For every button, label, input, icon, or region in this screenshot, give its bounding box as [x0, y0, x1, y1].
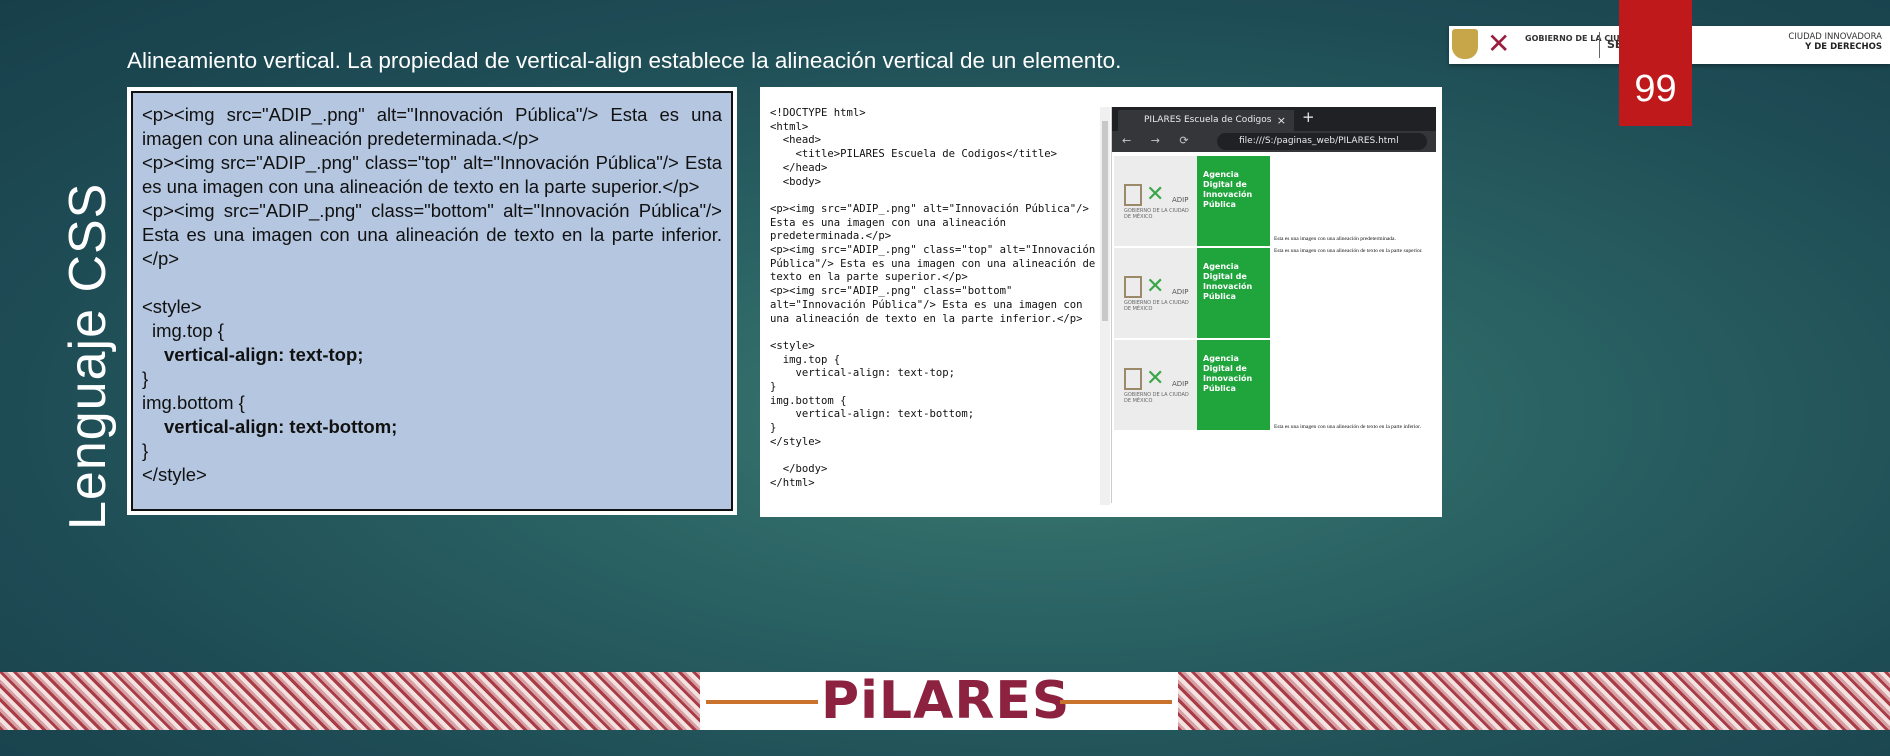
- browser-tab-bar: PILARES Escuela de Codigos × +: [1112, 107, 1436, 131]
- cdmx-knot-icon: ✕: [1487, 27, 1511, 60]
- adip-green-panel: Agencia Digital de Innovación Pública: [1197, 156, 1270, 246]
- new-tab-icon[interactable]: +: [1302, 108, 1315, 126]
- editor-browser-screenshot: <!DOCTYPE html> <html> <head> <title>PIL…: [760, 87, 1442, 517]
- code-editor: <!DOCTYPE html> <html> <head> <title>PIL…: [770, 107, 1096, 489]
- adip-image: ✕ GOBIERNO DE LA CIUDAD DE MÉXICO ADIP A…: [1112, 156, 1272, 246]
- pilares-logo: PiLARES: [700, 672, 1178, 730]
- caption-default: Esta es una imagen con una alineación pr…: [1274, 236, 1396, 242]
- code-example-box: <p><img src="ADIP_.png" alt="Innovación …: [127, 87, 737, 515]
- cdmx-knot-icon: ✕: [1146, 182, 1165, 207]
- code-line-p2: <p><img src="ADIP_.png" class="top" alt=…: [142, 152, 722, 197]
- editor-scrollbar[interactable]: [1100, 107, 1110, 505]
- adip-green-panel: Agencia Digital de Innovación Pública: [1197, 248, 1270, 338]
- cdmx-knot-icon: ✕: [1146, 274, 1165, 299]
- footer-pattern-left: [0, 672, 700, 730]
- browser-tab-title: PILARES Escuela de Codigos: [1144, 115, 1272, 125]
- ciudad-innovadora-label: CIUDAD INNOVADORA Y DE DERECHOS: [1788, 32, 1882, 52]
- adip-green-panel: Agencia Digital de Innovación Pública: [1197, 340, 1270, 430]
- caption-top: Esta es una imagen con una alineación de…: [1274, 248, 1423, 254]
- browser-page-content: ✕ GOBIERNO DE LA CIUDAD DE MÉXICO ADIP A…: [1112, 152, 1436, 503]
- code-line-top-selector: img.top {: [152, 320, 224, 341]
- code-line-bottom-rule: vertical-align: text-bottom;: [164, 416, 398, 437]
- pilares-wordmark: PiLARES: [821, 671, 1071, 731]
- editor-scrollbar-thumb[interactable]: [1102, 121, 1108, 321]
- code-line-close-brace-2: }: [142, 440, 149, 461]
- page-number-badge: 99: [1619, 0, 1692, 126]
- slide-heading: Alineamiento vertical. La propiedad de v…: [127, 48, 1122, 73]
- code-line-p3: <p><img src="ADIP_.png" class="bottom" a…: [142, 200, 722, 269]
- nav-buttons-icon[interactable]: ← → ⟳: [1122, 134, 1197, 147]
- code-example-content: <p><img src="ADIP_.png" alt="Innovación …: [131, 91, 733, 511]
- page-number: 99: [1634, 68, 1677, 110]
- cdmx-shield-icon: [1452, 29, 1478, 59]
- adip-image: ✕ GOBIERNO DE LA CIUDAD DE MÉXICO ADIP A…: [1112, 340, 1272, 430]
- code-line-style-open: <style>: [142, 296, 202, 317]
- cdmx-shield-icon: [1124, 184, 1142, 206]
- footer-pattern-right: [1178, 672, 1890, 730]
- code-line-top-rule: vertical-align: text-top;: [164, 344, 364, 365]
- code-line-style-close: </style>: [142, 464, 207, 485]
- browser-window: PILARES Escuela de Codigos × + ← → ⟳ fil…: [1111, 107, 1436, 503]
- adip-image: ✕ GOBIERNO DE LA CIUDAD DE MÉXICO ADIP A…: [1112, 248, 1272, 338]
- caption-bottom: Esta es una imagen con una alineación de…: [1274, 424, 1422, 430]
- code-line-close-brace-1: }: [142, 368, 149, 389]
- close-icon[interactable]: ×: [1277, 110, 1286, 131]
- cdmx-knot-icon: ✕: [1146, 366, 1165, 391]
- pilares-footer-banner: PiLARES: [0, 672, 1890, 730]
- cdmx-shield-icon: [1124, 276, 1142, 298]
- url-field[interactable]: file:///S:/paginas_web/PILARES.html: [1217, 133, 1427, 150]
- vertical-title: Lenguaje CSS: [59, 182, 117, 530]
- code-line-bottom-selector: img.bottom {: [142, 392, 245, 413]
- cdmx-shield-icon: [1124, 368, 1142, 390]
- browser-address-bar: ← → ⟳ file:///S:/paginas_web/PILARES.htm…: [1112, 131, 1436, 152]
- code-line-p1: <p><img src="ADIP_.png" alt="Innovación …: [142, 104, 722, 149]
- browser-tab[interactable]: PILARES Escuela de Codigos ×: [1118, 110, 1294, 131]
